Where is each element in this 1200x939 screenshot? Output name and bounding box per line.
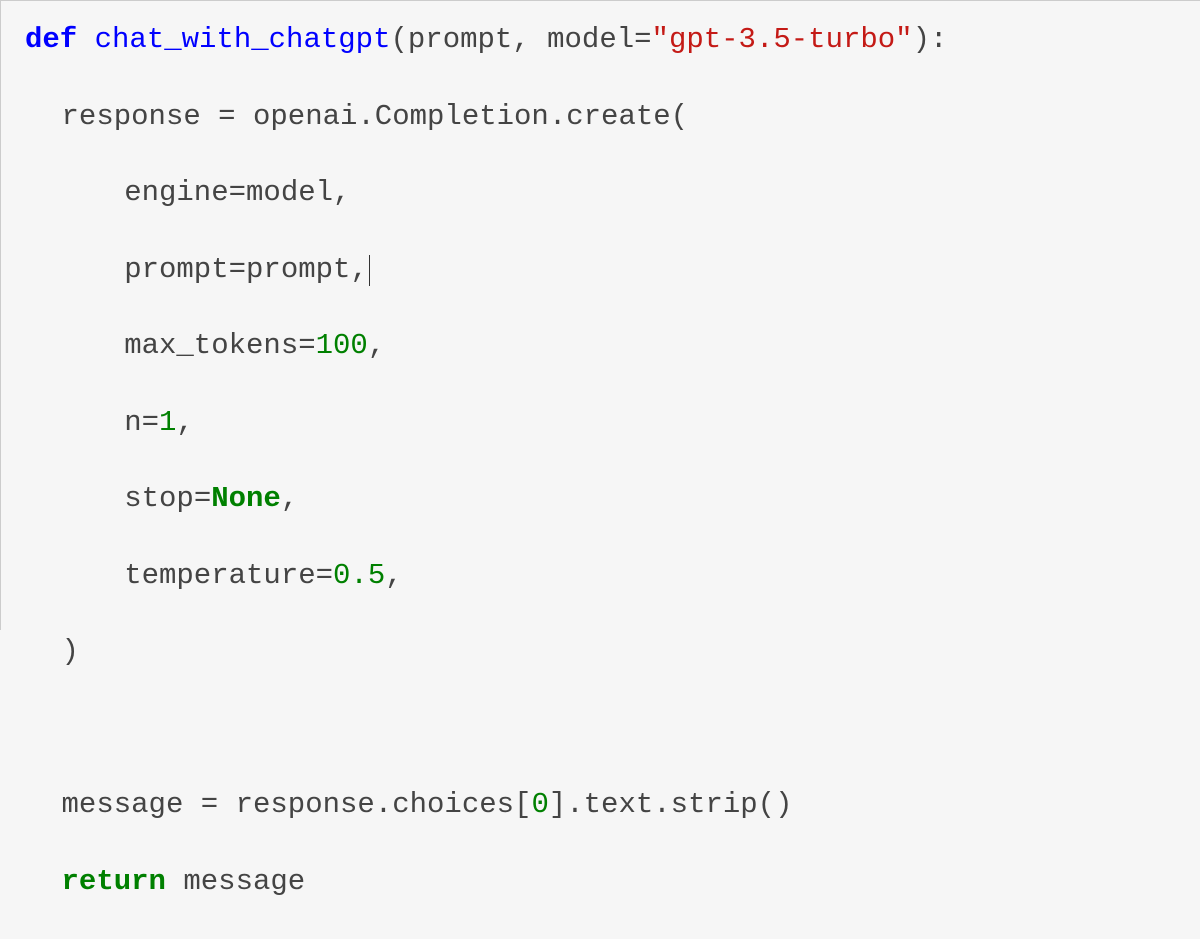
assign-op: = <box>201 788 236 821</box>
code-line-7: stop=None, <box>25 480 1176 518</box>
equals: = <box>634 23 651 56</box>
equals: = <box>229 253 246 286</box>
num-0: 0 <box>531 788 548 821</box>
expr-tail: ].text.strip() <box>549 788 793 821</box>
code-line-8: temperature=0.5, <box>25 557 1176 595</box>
num-100: 100 <box>316 329 368 362</box>
code-line-2: response = openai.Completion.create( <box>25 98 1176 136</box>
expr-response: response.choices[ <box>236 788 532 821</box>
comma: , <box>368 329 385 362</box>
kwarg-prompt: prompt <box>124 253 228 286</box>
comma: , <box>176 406 193 439</box>
paren-open: ( <box>390 23 407 56</box>
num-05: 0.5 <box>333 559 385 592</box>
comma: , <box>512 23 547 56</box>
paren-close: ) <box>913 23 930 56</box>
none-literal: None <box>211 482 281 515</box>
function-name: chat_with_chatgpt <box>95 23 391 56</box>
text-cursor <box>369 255 370 285</box>
var-message: message <box>62 788 201 821</box>
comma: , <box>350 253 367 286</box>
code-line-blank <box>25 710 1176 748</box>
equals: = <box>142 406 159 439</box>
comma: , <box>333 176 350 209</box>
return-value: message <box>166 865 305 898</box>
paren-close: ) <box>62 635 79 668</box>
keyword-def: def <box>25 23 77 56</box>
param-prompt: prompt <box>408 23 512 56</box>
equals: = <box>229 176 246 209</box>
code-line-4: prompt=prompt, <box>25 251 1176 289</box>
kwarg-stop: stop <box>124 482 194 515</box>
call-openai: openai.Completion.create( <box>253 100 688 133</box>
kwarg-engine: engine <box>124 176 228 209</box>
param-model: model <box>547 23 634 56</box>
val-model: model <box>246 176 333 209</box>
comma: , <box>385 559 402 592</box>
code-line-11: message = response.choices[0].text.strip… <box>25 786 1176 824</box>
comma: , <box>281 482 298 515</box>
code-line-12: return message <box>25 863 1176 901</box>
kwarg-maxtokens: max_tokens <box>124 329 298 362</box>
code-line-1: def chat_with_chatgpt(prompt, model="gpt… <box>25 21 1176 59</box>
kwarg-temperature: temperature <box>124 559 315 592</box>
code-block: def chat_with_chatgpt(prompt, model="gpt… <box>25 21 1176 939</box>
assign-op: = <box>218 100 253 133</box>
equals: = <box>316 559 333 592</box>
equals: = <box>194 482 211 515</box>
keyword-return: return <box>62 865 166 898</box>
code-line-9: ) <box>25 633 1176 671</box>
kwarg-n: n <box>124 406 141 439</box>
var-response: response <box>62 100 219 133</box>
equals: = <box>298 329 315 362</box>
code-line-5: max_tokens=100, <box>25 327 1176 365</box>
code-line-6: n=1, <box>25 404 1176 442</box>
num-1: 1 <box>159 406 176 439</box>
string-literal: "gpt-3.5-turbo" <box>652 23 913 56</box>
code-line-3: engine=model, <box>25 174 1176 212</box>
val-prompt: prompt <box>246 253 350 286</box>
colon: : <box>930 23 947 56</box>
